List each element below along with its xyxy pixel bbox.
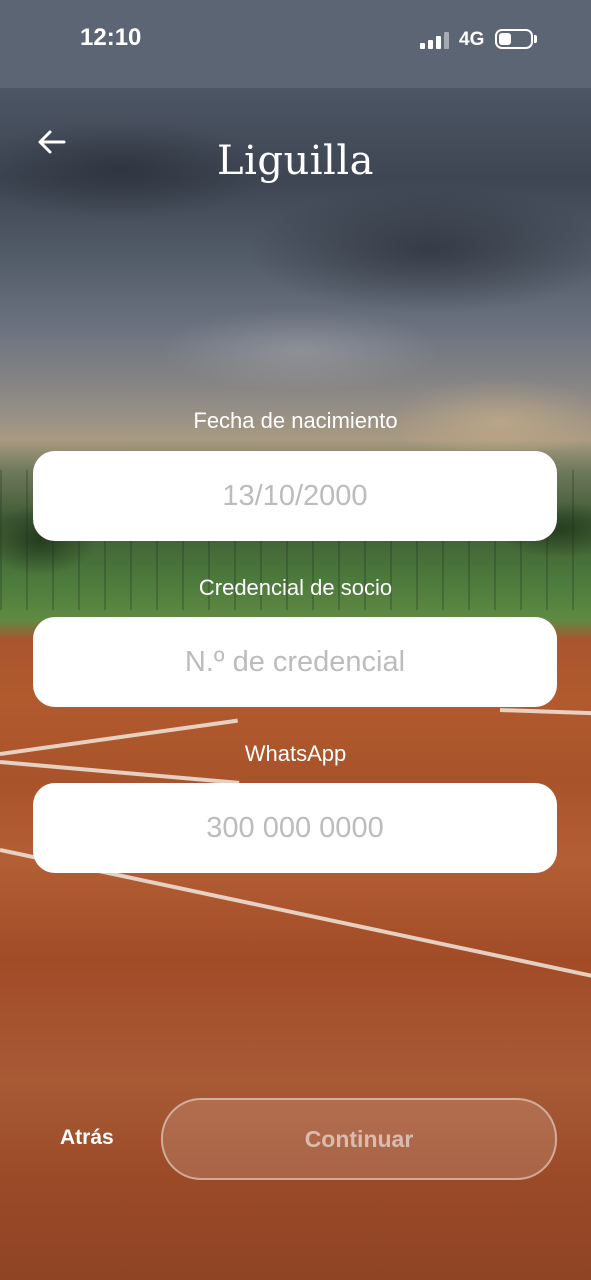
network-label: 4G <box>459 29 485 50</box>
whatsapp-input[interactable] <box>33 783 557 873</box>
battery-tip <box>534 35 537 43</box>
battery-icon <box>495 29 533 49</box>
whatsapp-label: WhatsApp <box>244 741 347 766</box>
screen: 12:10 4G Liguilla Fecha de nacimiento Cr… <box>0 0 591 1280</box>
birthdate-label: Fecha de nacimiento <box>193 408 398 433</box>
status-time: 12:10 <box>80 24 142 51</box>
court-line <box>499 708 591 716</box>
birthdate-input[interactable] <box>33 451 557 541</box>
back-button[interactable]: Atrás <box>60 1126 114 1150</box>
status-bar: 12:10 4G <box>0 0 591 88</box>
continue-button[interactable]: Continuar <box>161 1098 557 1180</box>
page-title: Liguilla <box>217 138 374 184</box>
credential-input[interactable] <box>33 617 557 707</box>
signal-icon <box>420 32 449 49</box>
credential-label: Credencial de socio <box>198 575 393 600</box>
